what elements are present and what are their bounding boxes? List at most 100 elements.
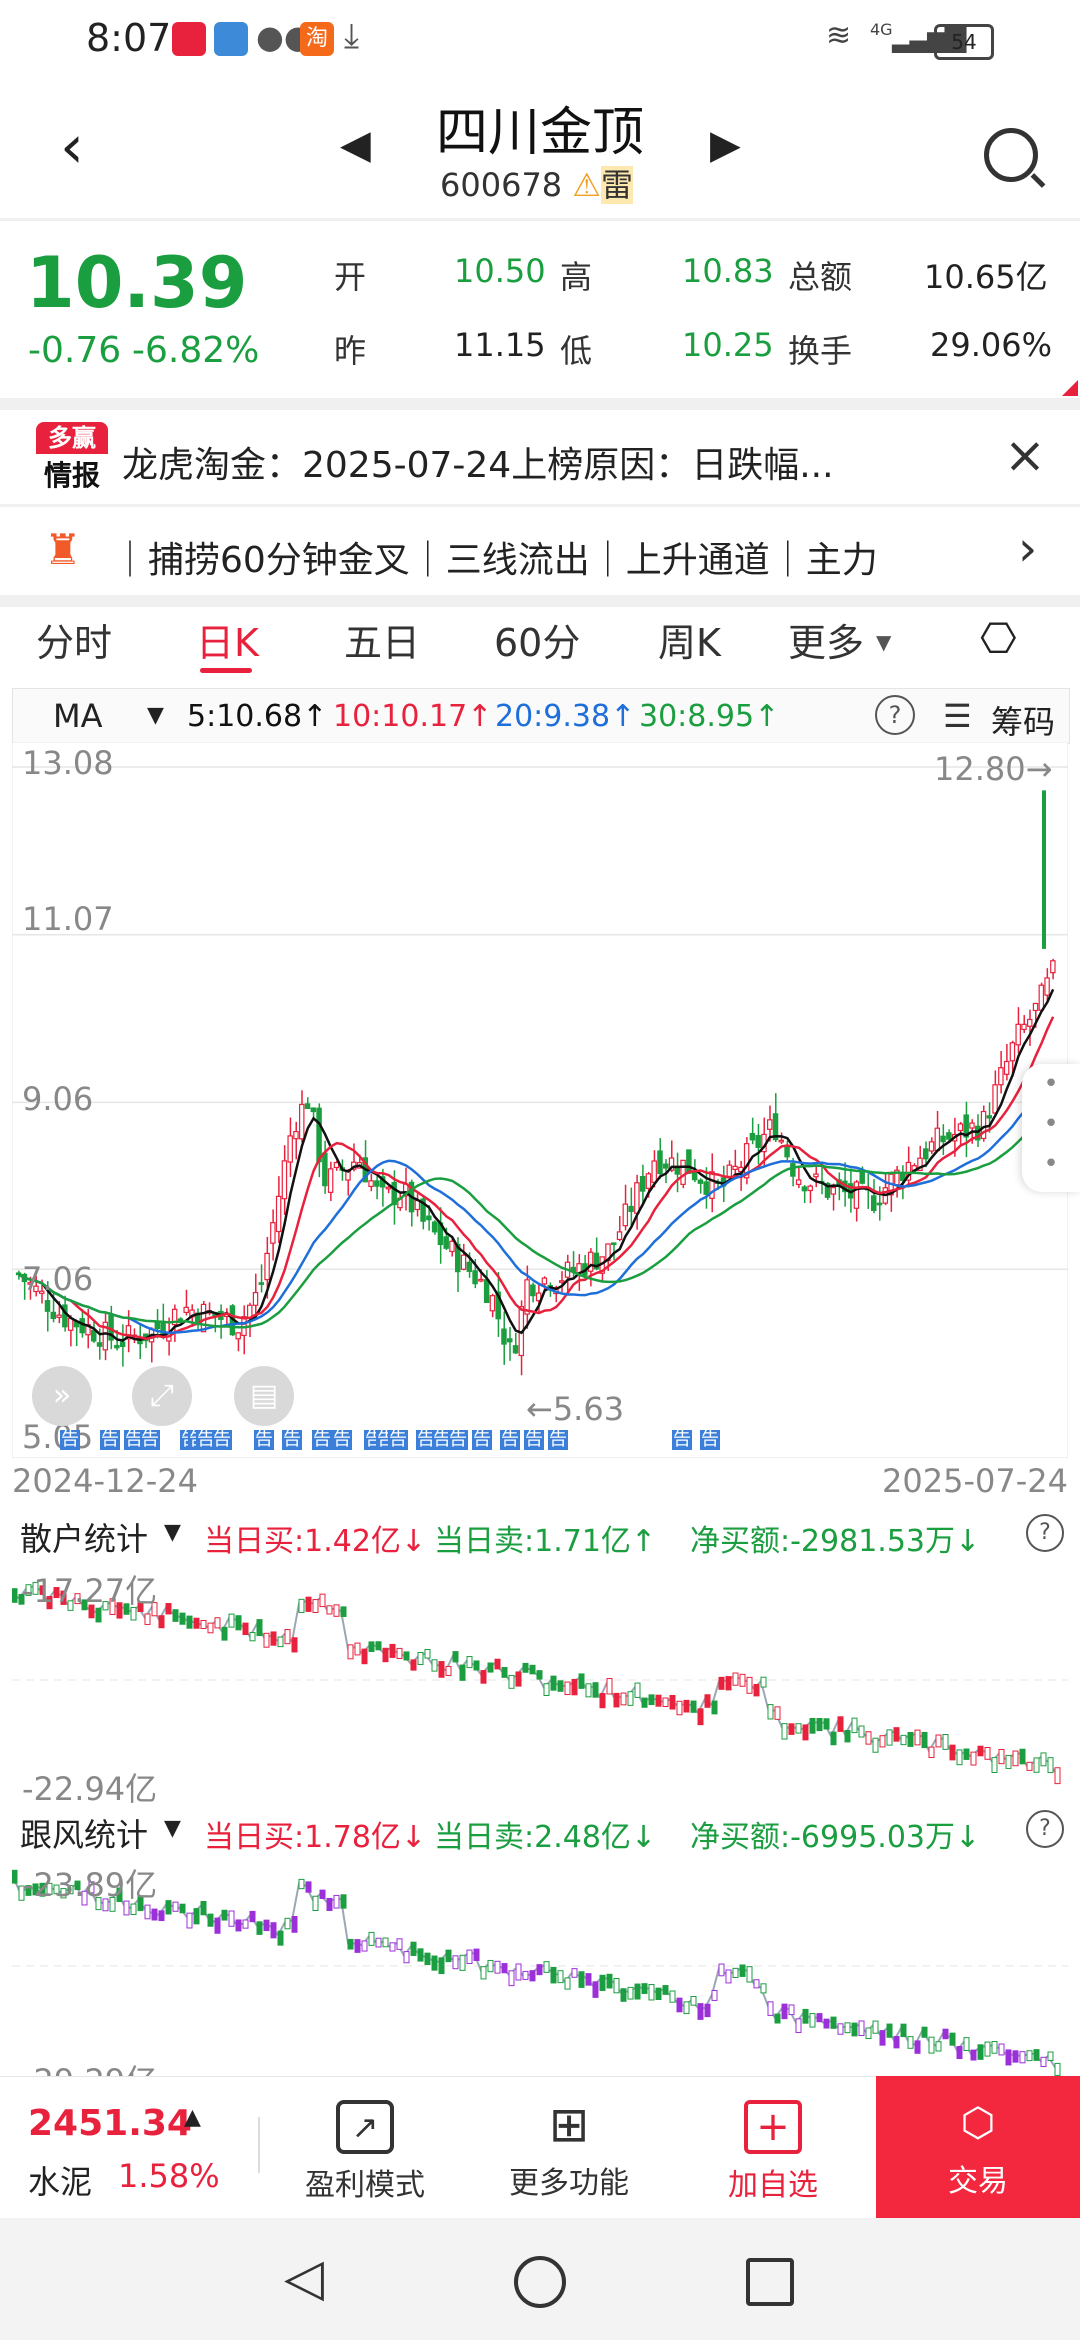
trend-chart-icon: ↗ [336,2100,394,2154]
stat-bar [725,1969,732,1984]
fullscreen-icon[interactable]: ⤢ [132,1366,192,1426]
stat-bar [1040,2056,1047,2068]
index-name[interactable]: 水泥 [28,2157,92,2203]
news-banner[interactable]: 多赢 情报 龙虎淘金：2025-07-24上榜原因：日跌幅... × [0,410,1080,504]
stat-bar [676,1700,683,1716]
stat-bar [662,1985,669,1995]
prev-stock-icon[interactable]: ◀ [340,122,371,168]
stat-bar [186,1912,193,1929]
chip-database-icon[interactable]: ☰ [943,697,972,735]
retail-chart [12,1581,1068,1785]
candle-body [940,1135,946,1143]
notice-badge[interactable]: 告 [700,1430,720,1450]
add-watchlist-button[interactable]: + 加自选 [698,2088,848,2204]
tab-fenshi[interactable]: 分时 [36,612,112,667]
high-value: 10.83 [682,252,774,290]
nav-recents-icon[interactable] [746,2258,794,2306]
follow-stats-header: 跟风统计 ▼ 当日买:1.78亿↓ 当日卖:2.48亿↓ 净买额:-6995.0… [12,1806,1068,1856]
stat-bar [606,1678,613,1695]
notice-badge[interactable]: 告 [212,1430,232,1450]
stat-bar [683,2001,690,2015]
stat-bar [830,2016,837,2029]
candle-body [270,1222,276,1244]
candle-body [923,1148,929,1160]
ma-selector[interactable]: MA [53,697,103,735]
notice-badge[interactable]: 告 [388,1430,408,1450]
index-up-icon: ▲ [184,2105,201,2130]
retail-selector[interactable]: 散户统计 [20,1514,148,1560]
help-icon[interactable]: ? [875,695,915,735]
kline-chart[interactable] [12,742,1068,1458]
tab-weekly-k[interactable]: 周K [658,612,721,667]
index-pct[interactable]: 1.58% [118,2157,220,2195]
notice-badge[interactable]: 告 [448,1430,468,1450]
candle-body [316,1107,322,1163]
system-nav-bar: ◁ [0,2218,1080,2340]
stat-bar [921,1731,928,1749]
notice-badge[interactable]: 告 [254,1430,274,1450]
follow-selector[interactable]: 跟风统计 [20,1810,148,1856]
toggle-view-icon[interactable]: ▤ [234,1366,294,1426]
stat-bar [487,1959,494,1973]
tab-daily-k[interactable]: 日K [196,612,259,667]
status-time: 8:07 [86,16,172,60]
more-functions-button[interactable]: ⊞ 更多功能 [494,2088,644,2202]
tab-five-day[interactable]: 五日 [344,612,420,667]
back-icon[interactable]: ‹ [60,112,84,182]
settings-icon[interactable]: ⎔ [980,614,1017,663]
notice-badge[interactable]: 告 [524,1430,544,1450]
tab-more[interactable]: 更多 [788,612,864,667]
trade-button[interactable]: ⬡ 交易 [876,2076,1080,2218]
stat-bar [578,1673,585,1689]
notice-badge[interactable]: 告 [332,1430,352,1450]
notice-badge[interactable]: 告 [500,1430,520,1450]
stat-bar [536,1670,543,1680]
notice-badge[interactable]: 告 [472,1430,492,1450]
ma-dropdown-icon[interactable]: ▼ [147,703,164,728]
candle-body [79,1318,85,1334]
candle-body [177,1318,184,1322]
stat-bar [354,1642,361,1656]
next-stock-icon[interactable]: ▶ [710,122,741,168]
follow-help-icon[interactable]: ? [1026,1810,1064,1848]
stat-bar [207,1913,214,1927]
search-icon[interactable] [984,128,1038,182]
notice-badge[interactable]: 告 [60,1430,80,1450]
tag-strip[interactable]: ♜ ｜捕捞60分钟金叉｜三线流出｜上升通道｜主力 › [0,507,1080,595]
follow-dropdown-icon[interactable]: ▼ [164,1816,181,1841]
stat-bar [893,1727,900,1742]
turnover-label: 换手 [788,332,853,370]
stat-bar [718,1963,725,1977]
notice-badge[interactable]: 告 [672,1430,692,1450]
candle-body [530,1284,536,1297]
expand-corner-icon[interactable] [1062,380,1078,396]
fast-forward-icon[interactable]: » [32,1366,92,1426]
nav-home-icon[interactable] [514,2256,566,2308]
candle-body [1032,1002,1039,1012]
tags-next-icon[interactable]: › [1010,521,1038,577]
candle-body [50,1311,57,1319]
retail-dropdown-icon[interactable]: ▼ [164,1520,181,1545]
notice-badge[interactable]: 告 [100,1430,120,1450]
index-value[interactable]: 2451.34 [28,2103,192,2144]
retail-help-icon[interactable]: ? [1026,1514,1064,1552]
wifi-icon: ≋ [826,18,852,53]
profit-model-button[interactable]: ↗ 盈利模式 [290,2088,440,2204]
tab-60min[interactable]: 60分 [494,612,580,667]
stat-bar [256,1619,263,1637]
candle-body [299,1103,305,1140]
candle-body [876,1202,883,1206]
stat-bar [431,1659,438,1672]
side-menu-handle[interactable]: • • • [1022,1064,1080,1192]
notice-badge[interactable]: 告 [312,1430,332,1450]
ma5-value: 5:10.68↑ [187,699,328,734]
stat-bar [795,1723,802,1734]
nav-back-icon[interactable]: ◁ [284,2248,324,2308]
notice-badge[interactable]: 告 [282,1430,302,1450]
chip-button[interactable]: 筹码 [991,697,1055,743]
notice-badge[interactable]: 告 [548,1430,568,1450]
stat-bar [571,1968,578,1978]
close-icon[interactable]: × [1004,426,1046,484]
thunder-badge[interactable]: 雷 [601,166,634,204]
notice-badge[interactable]: 告 [140,1430,160,1450]
